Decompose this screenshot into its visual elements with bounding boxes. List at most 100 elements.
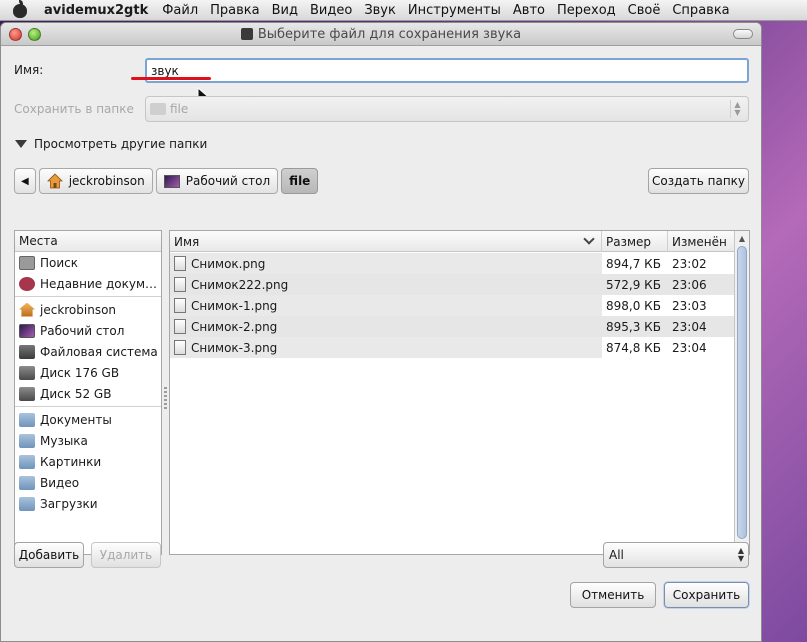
recent-icon [19, 276, 35, 291]
path-button-desktop[interactable]: Рабочий стол [155, 168, 279, 194]
file-size-cell: 894,7 КБ [606, 256, 661, 271]
menu-audio[interactable]: Звук [364, 3, 396, 18]
file-modified-cell: 23:06 [668, 274, 735, 295]
red-annotation-underline [131, 77, 211, 80]
file-size-cell: 898,0 КБ [606, 298, 661, 313]
place-label: Загрузки [40, 496, 98, 511]
place-label: Поиск [40, 255, 79, 270]
column-modified-label: Изменён [672, 234, 727, 249]
path-back-button[interactable]: ◀ [14, 168, 36, 194]
path-desktop-label: Рабочий стол [185, 174, 271, 188]
menubar: avidemux2gtk Файл Правка Вид Видео Звук … [0, 0, 807, 21]
folder-icon [19, 412, 35, 427]
cancel-label: Отменить [581, 588, 645, 602]
menu-go[interactable]: Переход [557, 3, 616, 18]
scrollbar-thumb[interactable] [737, 246, 747, 539]
image-file-icon [174, 298, 186, 313]
path-button-file[interactable]: file [281, 168, 319, 194]
places-header[interactable]: Места [15, 231, 161, 252]
toolbar-toggle-button[interactable] [733, 29, 753, 39]
image-file-icon [174, 256, 186, 271]
table-row[interactable]: Снимок222.png 572,9 КБ 23:06 [170, 274, 735, 295]
remove-bookmark-button[interactable]: Удалить [91, 542, 161, 568]
filename-input[interactable] [145, 58, 749, 83]
file-modified-cell: 23:03 [672, 298, 707, 313]
zoom-window-button[interactable] [28, 28, 41, 41]
file-name: Снимок-1.png [191, 298, 278, 313]
column-header-name[interactable]: Имя [170, 231, 602, 252]
file-name: Снимок-2.png [191, 319, 278, 334]
file-list-scrollbar[interactable]: ▲ ▼ [734, 231, 749, 554]
place-disk-52[interactable]: Диск 52 GB [15, 383, 161, 404]
save-in-folder-combo[interactable]: file ▲ ▼ [145, 96, 749, 122]
menu-edit[interactable]: Правка [210, 3, 259, 18]
add-bookmark-button[interactable]: Добавить [14, 542, 84, 568]
menu-custom[interactable]: Своё [628, 3, 661, 18]
sort-chevron-down-icon [583, 233, 595, 245]
place-downloads[interactable]: Загрузки [15, 493, 161, 514]
place-label: Картинки [40, 454, 102, 469]
menu-video[interactable]: Видео [310, 3, 352, 18]
file-list: Имя Размер Изменён Снимок.png 894,7 КБ 2… [169, 230, 750, 555]
place-desktop[interactable]: Рабочий стол [15, 320, 161, 341]
path-bar: ◀ jeckrobinson Рабочий стол file [14, 168, 319, 194]
column-header-size[interactable]: Размер [602, 231, 668, 252]
place-label: Диск 176 GB [40, 365, 120, 380]
place-disk-176[interactable]: Диск 176 GB [15, 362, 161, 383]
add-bookmark-label: Добавить [18, 548, 80, 562]
save-label: Сохранить [672, 588, 741, 602]
place-label: Диск 52 GB [40, 386, 112, 401]
close-window-button[interactable] [9, 28, 22, 41]
menu-tools[interactable]: Инструменты [408, 3, 501, 18]
places-separator [15, 296, 161, 297]
menu-help[interactable]: Справка [672, 3, 729, 18]
filesystem-icon [19, 344, 35, 359]
file-modified-cell: 23:02 [672, 256, 707, 271]
place-music[interactable]: Музыка [15, 430, 161, 451]
path-button-home[interactable]: jeckrobinson [38, 168, 153, 194]
save-button[interactable]: Сохранить [664, 582, 749, 608]
place-search[interactable]: Поиск [15, 252, 161, 273]
create-folder-button[interactable]: Создать папку [648, 168, 749, 194]
folder-icon [19, 496, 35, 511]
save-in-value: file [170, 102, 189, 116]
column-size-label: Размер [606, 234, 652, 249]
file-name: Снимок.png [191, 256, 266, 271]
dialog-titlebar: Выберите файл для сохранения звука [1, 23, 761, 46]
place-documents[interactable]: Документы [15, 409, 161, 430]
places-panel: Места Поиск Недавние докум… jeckrobinson… [14, 230, 162, 555]
table-row[interactable]: Снимок-1.png 898,0 КБ 23:03 [170, 295, 735, 316]
place-videos[interactable]: Видео [15, 472, 161, 493]
column-header-modified[interactable]: Изменён [668, 231, 735, 252]
desktop-icon [19, 323, 35, 338]
menu-file[interactable]: Файл [162, 3, 198, 18]
file-modified-cell: 23:04 [668, 316, 735, 337]
cancel-button[interactable]: Отменить [570, 582, 656, 608]
place-label: jeckrobinson [40, 302, 117, 317]
file-name: Снимок222.png [191, 277, 289, 292]
folder-icon [150, 103, 166, 115]
path-home-label: jeckrobinson [68, 174, 145, 188]
table-row[interactable]: Снимок-2.png 895,3 КБ 23:04 [170, 316, 735, 337]
menu-view[interactable]: Вид [272, 3, 298, 18]
browse-folders-expander[interactable]: Просмотреть другие папки [15, 137, 207, 151]
menu-auto[interactable]: Авто [513, 3, 545, 18]
place-recent[interactable]: Недавние докум… [15, 273, 161, 294]
folder-icon [19, 454, 35, 469]
table-row[interactable]: Снимок.png 894,7 КБ 23:02 [170, 253, 735, 274]
place-pictures[interactable]: Картинки [15, 451, 161, 472]
search-icon [19, 255, 35, 270]
name-label: Имя: [14, 63, 44, 77]
apple-menu-icon[interactable] [10, 0, 30, 21]
place-filesystem[interactable]: Файловая система [15, 341, 161, 362]
place-home[interactable]: jeckrobinson [15, 299, 161, 320]
folder-icon [19, 475, 35, 490]
scroll-up-icon[interactable]: ▲ [735, 231, 749, 245]
app-name-menu[interactable]: avidemux2gtk [44, 3, 148, 18]
place-label: Рабочий стол [40, 323, 125, 338]
pane-splitter-handle[interactable] [164, 387, 167, 411]
file-size-cell: 874,8 КБ [606, 340, 661, 355]
table-row[interactable]: Снимок-3.png 874,8 КБ 23:04 [170, 337, 735, 358]
file-filter-combo[interactable]: All ▲ ▼ [603, 542, 749, 568]
file-name-cell: Снимок-3.png [170, 337, 602, 358]
